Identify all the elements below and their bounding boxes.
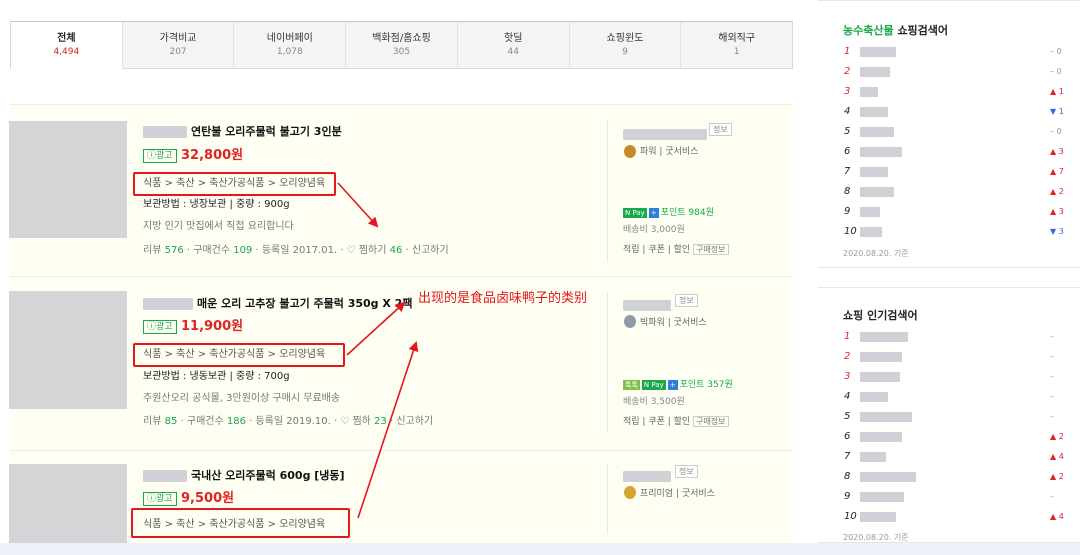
rank-number: 7 [844,451,851,462]
rank-number: 9 [844,491,851,502]
redacted-keyword[interactable] [860,127,894,137]
rank-number: 6 [844,146,851,157]
rank-number: 3 [844,86,851,97]
rank-number: 5 [844,126,851,137]
annotation-text: 出现的是食品卤味鸭子的类别 [418,291,588,306]
rank-date: 2020.08.20. 기준 [843,533,909,542]
redacted-keyword[interactable] [860,207,880,217]
arrow-1 [337,182,379,228]
redacted-keyword[interactable] [860,87,878,97]
rank-number: 6 [844,431,851,442]
rank-trend: – [1050,492,1054,501]
rank-trend: ▼ 3 [1050,227,1064,236]
rank-number: 1 [844,46,851,57]
redacted-keyword[interactable] [860,432,902,442]
rank-trend: – 0 [1050,127,1062,136]
rank-trend: ▲ 3 [1050,207,1064,216]
redacted-keyword[interactable] [860,352,902,362]
rank-trend: – [1050,332,1054,341]
rank-number: 10 [844,226,857,237]
rank-number: 3 [844,371,851,382]
rank-trend: – [1050,372,1054,381]
rank-trend: ▲ 3 [1050,147,1064,156]
panel-title-rest: 쇼핑검색어 [893,24,949,37]
rank-number: 1 [844,331,851,342]
redacted-keyword[interactable] [860,412,912,422]
rank-trend: ▲ 2 [1050,432,1064,441]
redacted-keyword[interactable] [860,392,888,402]
rank-trend: ▲ 2 [1050,187,1064,196]
redacted-keyword[interactable] [860,227,882,237]
rank-number: 5 [844,411,851,422]
rank-trend: – [1050,352,1054,361]
redacted-keyword[interactable] [860,47,896,57]
redacted-keyword[interactable] [860,167,888,177]
arrow-3 [357,341,419,519]
redacted-keyword[interactable] [860,452,886,462]
search-results-page: 전체 4,494 가격비교 207 네이버페이 1,078 백화점/홈쇼핑 305 핫딜… [0,0,1080,543]
rank-number: 2 [844,66,851,77]
redacted-keyword[interactable] [860,187,894,197]
rank-number: 4 [844,106,851,117]
rank-number: 9 [844,206,851,217]
rank-trend: – [1050,412,1054,421]
redacted-keyword[interactable] [860,67,890,77]
rank-trend: ▲ 4 [1050,452,1064,461]
rank-trend: ▼ 1 [1050,107,1064,116]
panel-title: 농수축산물 쇼핑검색어 [843,24,948,37]
rank-number: 7 [844,166,851,177]
rank-number: 4 [844,391,851,402]
rank-trend: ▲ 2 [1050,472,1064,481]
redacted-keyword[interactable] [860,512,896,522]
rank-number: 2 [844,351,851,362]
rank-number: 10 [844,511,857,522]
redacted-keyword[interactable] [860,147,902,157]
rank-trend: ▲ 7 [1050,167,1064,176]
panel-title-green[interactable]: 농수축산물 [843,24,894,37]
redacted-keyword[interactable] [860,332,908,342]
rank-number: 8 [844,471,851,482]
redacted-keyword[interactable] [860,372,900,382]
rank-trend: – [1050,392,1054,401]
rank-number: 8 [844,186,851,197]
rank-date: 2020.08.20. 기준 [843,249,909,258]
rank-trend: ▲ 4 [1050,512,1064,521]
rank-trend: – 0 [1050,67,1062,76]
redacted-keyword[interactable] [860,107,888,117]
rank-trend: – 0 [1050,47,1062,56]
redacted-keyword[interactable] [860,492,904,502]
arrow-2 [346,301,406,356]
rank-trend: ▲ 1 [1050,87,1064,96]
panel-title: 쇼핑 인기검색어 [843,309,918,322]
redacted-keyword[interactable] [860,472,916,482]
